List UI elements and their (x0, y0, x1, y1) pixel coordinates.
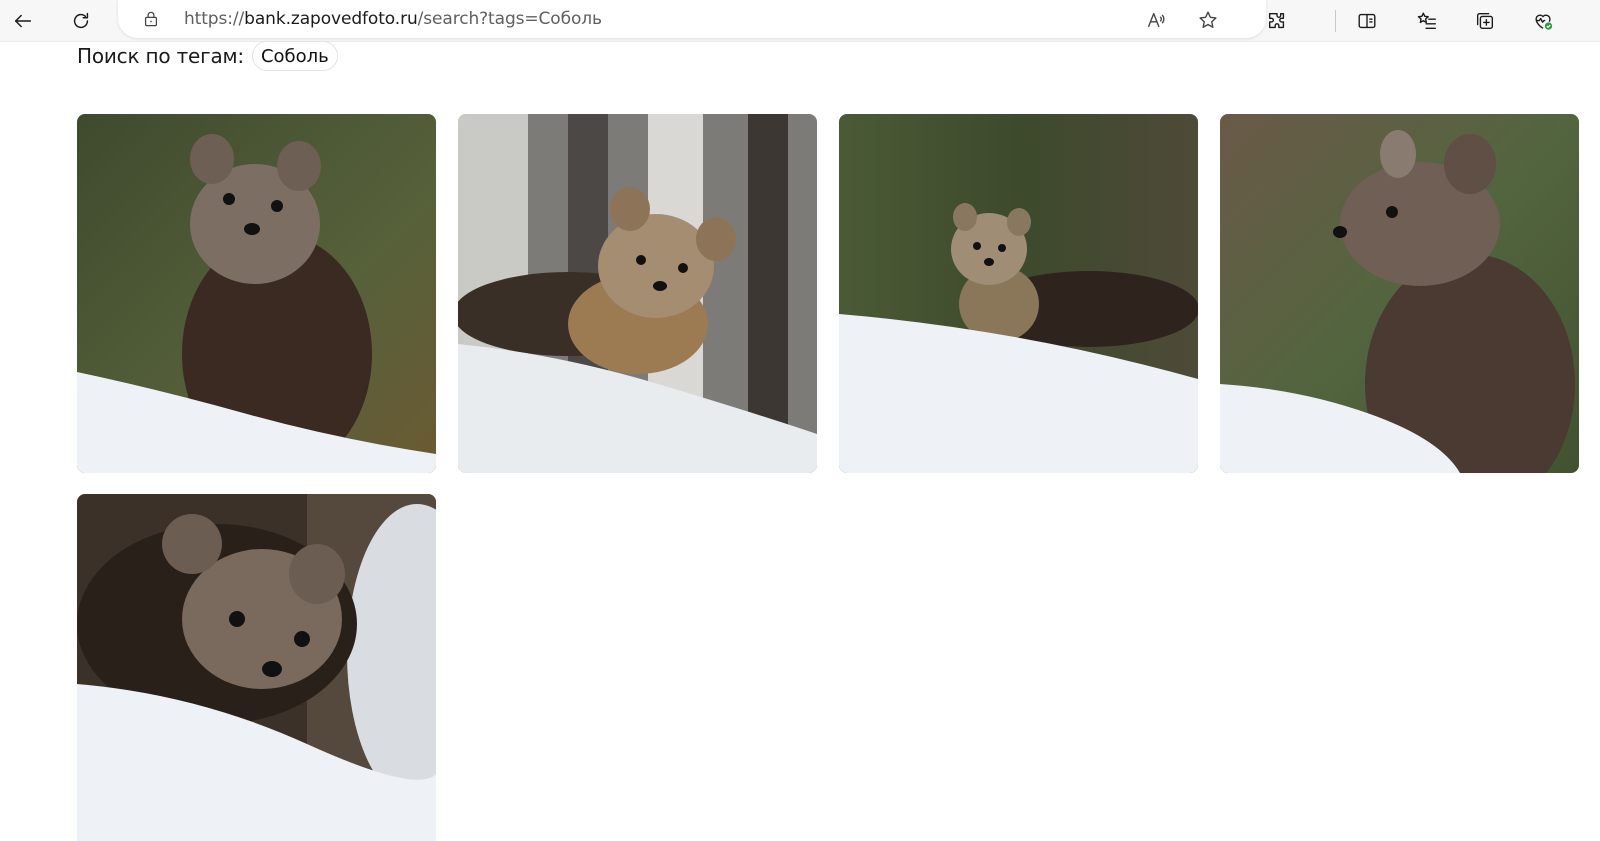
toolbar-divider (1335, 10, 1336, 32)
sable-photo-4 (1220, 114, 1579, 473)
sable-photo-1 (77, 114, 436, 473)
split-screen-icon[interactable] (1350, 4, 1384, 38)
sable-photo-3 (839, 114, 1198, 473)
gallery-photo[interactable] (77, 114, 436, 473)
star-icon[interactable] (1194, 6, 1222, 34)
reload-icon[interactable] (64, 4, 98, 38)
back-arrow-icon[interactable] (6, 4, 40, 38)
collections-icon[interactable] (1468, 4, 1502, 38)
favorites-list-icon[interactable] (1410, 4, 1444, 38)
url-prefix: https:// (184, 9, 245, 29)
puzzle-icon[interactable] (1260, 4, 1294, 38)
gallery-photo[interactable] (839, 114, 1198, 473)
gallery-photo[interactable] (77, 494, 436, 841)
gallery-photo[interactable] (458, 114, 817, 473)
url-text[interactable]: https://bank.zapovedfoto.ru/search?tags=… (184, 9, 602, 29)
read-aloud-icon[interactable] (1142, 6, 1170, 34)
sable-photo-5 (77, 494, 436, 841)
tag-chip[interactable]: Соболь (251, 41, 338, 71)
browser-health-icon[interactable] (1526, 4, 1560, 38)
gallery-photo[interactable] (1220, 114, 1579, 473)
address-bar[interactable]: https://bank.zapovedfoto.ru/search?tags=… (118, 0, 1266, 38)
search-tags-line: Поиск по тегам: Соболь (77, 41, 338, 71)
url-host: bank.zapovedfoto.ru (244, 9, 418, 29)
url-path: /search?tags=Соболь (417, 9, 602, 29)
sable-photo-2 (458, 114, 817, 473)
search-label: Поиск по тегам: (77, 44, 244, 68)
browser-toolbar: https://bank.zapovedfoto.ru/search?tags=… (0, 0, 1600, 42)
lock-icon[interactable] (140, 8, 162, 30)
